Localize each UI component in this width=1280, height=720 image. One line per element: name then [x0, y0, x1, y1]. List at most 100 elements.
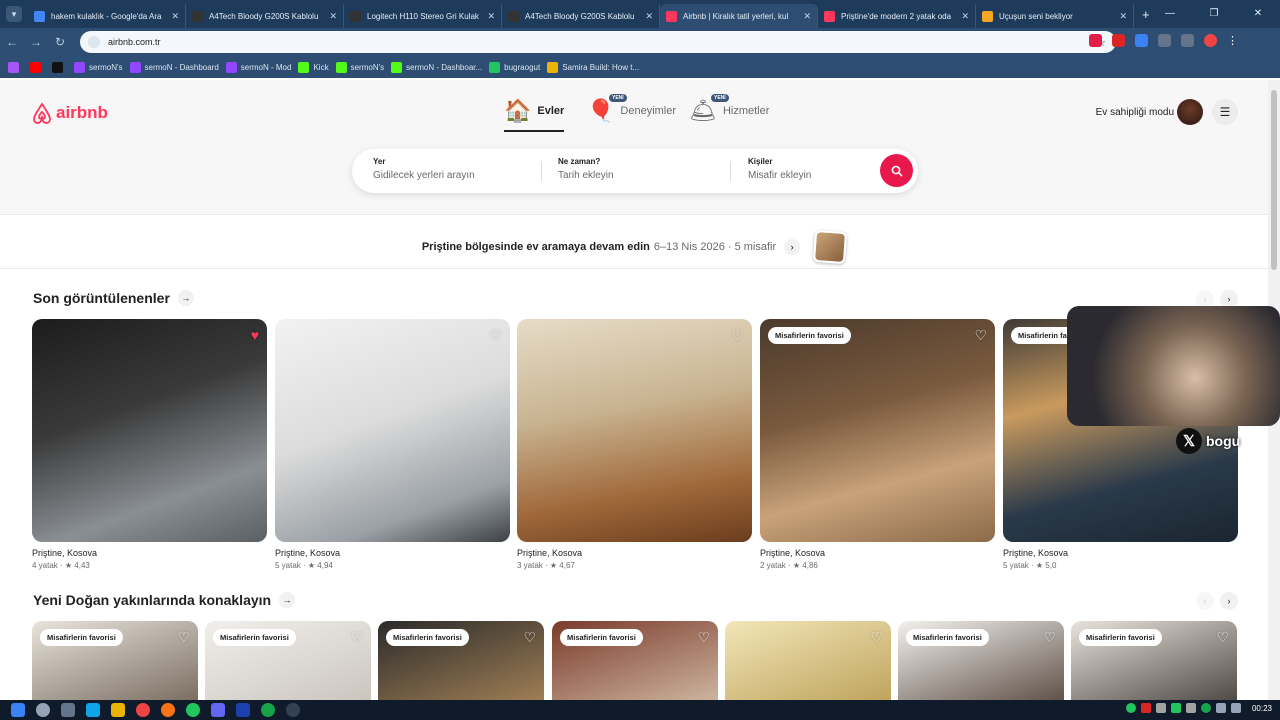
bookmark-item[interactable]	[30, 61, 45, 73]
listing-photo[interactable]: Misafirlerin favorisi ♡	[205, 621, 371, 700]
opera-icon[interactable]	[1112, 34, 1125, 47]
close-tab-icon[interactable]: ✕	[645, 11, 653, 22]
bookmark-item[interactable]: sermoN's	[74, 61, 123, 73]
listing-photo[interactable]: ♡	[275, 319, 510, 542]
close-window-button[interactable]: ✕	[1236, 0, 1280, 28]
close-tab-icon[interactable]: ✕	[961, 11, 969, 22]
browser-tab[interactable]: Priştine'de modern 2 yatak oda ✕	[818, 4, 976, 28]
close-tab-icon[interactable]: ✕	[171, 11, 179, 22]
bookmark-item[interactable]: Kick	[298, 61, 329, 73]
extension-icon[interactable]	[1089, 34, 1102, 47]
tray-icon[interactable]	[1155, 703, 1166, 713]
browser-tab[interactable]: hakem kulaklık - Google'da Ara ✕	[28, 4, 186, 28]
heart-icon[interactable]: ♡	[870, 629, 883, 646]
heart-icon[interactable]: ♡	[350, 629, 363, 646]
bookmark-item[interactable]: sermoN's	[335, 61, 384, 73]
listing-photo[interactable]: Misafirlerin favorisi ♡	[552, 621, 718, 700]
arrow-right-icon[interactable]: →	[279, 592, 296, 608]
maximize-button[interactable]: ❐	[1192, 0, 1236, 28]
panel-icon[interactable]	[1181, 34, 1194, 47]
tab-search-button[interactable]: ▾	[6, 6, 22, 22]
heart-icon[interactable]: ♥	[251, 327, 259, 343]
scrollbar-thumb[interactable]	[1271, 90, 1277, 270]
browser-icon[interactable]	[161, 703, 175, 717]
listing-card[interactable]: Misafirlerin favorisi ♡	[552, 621, 718, 700]
browser-tab[interactable]: Logitech H110 Stereo Gri Kulak ✕	[344, 4, 502, 28]
tray-icon[interactable]	[1200, 703, 1211, 713]
avatar[interactable]	[1177, 99, 1203, 125]
bookmark-item[interactable]: sermoN - Dashboard	[129, 61, 219, 73]
listing-photo[interactable]: Misafirlerin favorisi ♡	[32, 621, 198, 700]
listing-photo[interactable]: Misafirlerin favorisi ♡	[760, 319, 995, 542]
bookmark-item[interactable]: Samira Build: How t...	[547, 61, 639, 73]
bookmark-item[interactable]: bugraogut	[489, 61, 540, 73]
listing-photo[interactable]: Misafirlerin favorisi ♡	[378, 621, 544, 700]
spotify-icon[interactable]	[261, 703, 275, 717]
listing-card[interactable]: Misafirlerin favorisi ♡ Priştine, Kosova…	[760, 319, 995, 570]
bookmark-item[interactable]: sermoN - Dashboar...	[391, 61, 482, 73]
heart-icon[interactable]: ♡	[1216, 629, 1229, 646]
listing-card[interactable]: ♡ Priştine, Kosova 3 yatak · ★ 4,67	[517, 319, 752, 570]
who-field[interactable]: Kişiler Misafir ekleyin	[748, 157, 811, 181]
browser-tab[interactable]: Uçuşun seni bekliyor ✕	[976, 4, 1134, 28]
browser-tab[interactable]: A4Tech Bloody G200S Kablolu ✕	[186, 4, 344, 28]
volume-icon[interactable]	[1230, 703, 1241, 713]
listing-photo[interactable]: ♥	[32, 319, 267, 542]
site-info-icon[interactable]	[88, 36, 100, 48]
opera-icon[interactable]	[136, 703, 150, 717]
category-deneyimler[interactable]: 🎈 YENİ Deneyimler	[587, 94, 676, 124]
next-button[interactable]: ›	[1220, 592, 1238, 610]
url-field[interactable]: airbnb.com.tr ☆	[80, 31, 1116, 53]
where-field[interactable]: Yer Gidilecek yerleri arayın	[373, 157, 475, 181]
browser-tab[interactable]: A4Tech Bloody G200S Kablolu ✕	[502, 4, 660, 28]
taskbar-clock[interactable]: 00:23	[1252, 704, 1272, 713]
nearby-section-title[interactable]: Yeni Doğan yakınlarında konaklayın →	[33, 592, 296, 608]
heart-icon[interactable]: ♡	[697, 629, 710, 646]
arrow-right-icon[interactable]: →	[177, 290, 194, 306]
chrome-icon[interactable]	[186, 703, 200, 717]
listing-card[interactable]: Misafirlerin favorisi ♡	[898, 621, 1064, 700]
heart-icon[interactable]: ♡	[731, 327, 744, 344]
tray-icon[interactable]	[1170, 703, 1181, 713]
heart-icon[interactable]: ♡	[523, 629, 536, 646]
tray-icon[interactable]	[1140, 703, 1151, 713]
listing-photo[interactable]: ♡	[725, 621, 891, 700]
tray-icon[interactable]	[1185, 703, 1196, 713]
listing-card[interactable]: ♡ Priştine, Kosova 5 yatak · ★ 4,94	[275, 319, 510, 570]
when-field[interactable]: Ne zaman? Tarih ekleyin	[558, 157, 614, 181]
listing-card[interactable]: Misafirlerin favorisi ♡	[1071, 621, 1237, 700]
tray-icon[interactable]	[1125, 703, 1136, 713]
forward-button[interactable]: →	[24, 35, 48, 49]
close-tab-icon[interactable]: ✕	[487, 11, 495, 22]
browser-tab[interactable]: Airbnb | Kiralık tatil yerleri, kul ✕	[660, 4, 818, 28]
heart-icon[interactable]: ♡	[177, 629, 190, 646]
close-tab-icon[interactable]: ✕	[1119, 11, 1127, 22]
heart-icon[interactable]: ♡	[974, 327, 987, 344]
profile-icon[interactable]	[1204, 34, 1217, 47]
listing-photo[interactable]: Misafirlerin favorisi ♡	[1071, 621, 1237, 700]
listing-card[interactable]: ♡	[725, 621, 891, 700]
folder-icon[interactable]	[111, 703, 125, 717]
bookmark-item[interactable]: sermoN - Mod	[225, 61, 291, 73]
heart-icon[interactable]: ♡	[489, 327, 502, 344]
chevron-right-icon[interactable]: ›	[784, 238, 801, 255]
close-tab-icon[interactable]: ✕	[803, 11, 811, 22]
prev-button[interactable]: ‹	[1196, 592, 1214, 610]
back-button[interactable]: ←	[0, 35, 24, 49]
reload-button[interactable]: ↻	[48, 35, 72, 49]
continue-search-banner[interactable]: Priştine bölgesinde ev aramaya devam edi…	[0, 225, 1268, 269]
listing-card[interactable]: Misafirlerin favorisi ♡	[32, 621, 198, 700]
close-tab-icon[interactable]: ✕	[329, 11, 337, 22]
puzzle-icon[interactable]	[1158, 34, 1171, 47]
network-icon[interactable]	[1215, 703, 1226, 713]
bookmark-item[interactable]	[8, 61, 23, 73]
hamburger-menu-icon[interactable]: ☰	[1212, 99, 1238, 125]
search-icon[interactable]	[36, 703, 50, 717]
discord-icon[interactable]	[211, 703, 225, 717]
task-view-icon[interactable]	[61, 703, 75, 717]
obs-icon[interactable]	[286, 703, 300, 717]
steam-icon[interactable]	[236, 703, 250, 717]
edge-icon[interactable]	[86, 703, 100, 717]
listing-card[interactable]: ♥ Priştine, Kosova 4 yatak · ★ 4,43	[32, 319, 267, 570]
host-mode-link[interactable]: Ev sahipliği modu	[1096, 107, 1174, 118]
